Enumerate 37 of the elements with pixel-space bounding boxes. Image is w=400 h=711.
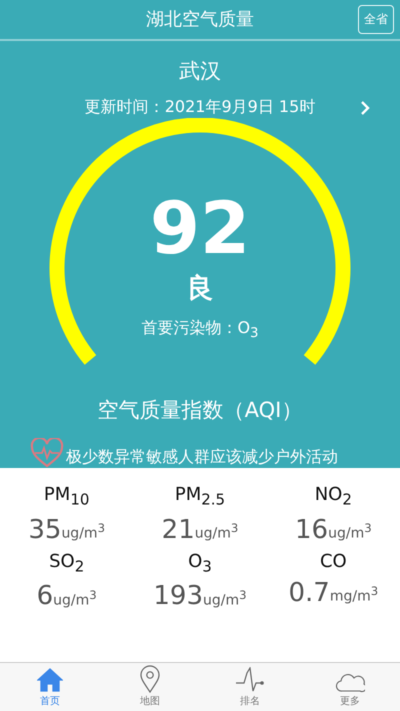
home-icon — [37, 667, 63, 693]
health-advice: 极少数异常敏感人群应该减少户外活动 — [66, 447, 338, 468]
pollutant-unit: ug/m$^{3}$ — [61, 520, 105, 542]
aqi-title: 空气质量指数（AQI） — [96, 397, 304, 424]
pollutant-unit: mg/m$^{3}$ — [330, 584, 378, 605]
pollutant-name: SO$_{2}$ — [49, 550, 84, 576]
cloud-icon — [335, 671, 365, 693]
tab[interactable]: 首页 — [0, 663, 100, 711]
pollutant-name: O$_{3}$ — [188, 550, 212, 576]
tab[interactable]: 地图 — [100, 663, 200, 711]
pollutant-name: NO$_{2}$ — [314, 484, 352, 509]
pollutant-value: 193 — [153, 581, 204, 612]
pollutant-value: 0.7 — [288, 578, 330, 608]
pollutant-value: 6 — [36, 581, 54, 612]
pollutant-unit: ug/m$^{3}$ — [328, 520, 372, 542]
heart-pulse-icon — [30, 438, 64, 468]
aqi-value: 92 — [150, 192, 250, 264]
pollutant-name: CO — [320, 550, 347, 572]
pollutant-value: 35 — [28, 514, 62, 545]
primary-pollutant: 首要污染物：O$_{3}$ — [141, 318, 259, 342]
city-name: 武汉 — [178, 58, 222, 85]
pollutant-unit: ug/m$^{3}$ — [194, 520, 238, 542]
province-button[interactable]: 全省 — [358, 5, 394, 34]
tab[interactable]: 更多 — [300, 663, 400, 711]
pulse-icon — [235, 667, 265, 693]
pollutant-value: 21 — [162, 514, 195, 545]
location-pin-icon — [139, 665, 161, 693]
update-time: 更新时间：2021年9月9日 15时 — [84, 96, 316, 118]
aqi-grade: 良 — [186, 272, 214, 306]
chevron-right-icon[interactable] — [360, 100, 370, 116]
tab[interactable]: 排名 — [200, 663, 300, 711]
pollutant-unit: ug/m$^{3}$ — [53, 588, 97, 608]
app-title: 湖北空气质量 — [146, 8, 254, 32]
pollutant-name: PM$_{2.5}$ — [174, 484, 226, 509]
pollutant-unit: ug/m$^{3}$ — [203, 588, 247, 608]
pollutant-name: PM$_{10}$ — [44, 484, 90, 509]
pollutant-value: 16 — [295, 514, 328, 545]
